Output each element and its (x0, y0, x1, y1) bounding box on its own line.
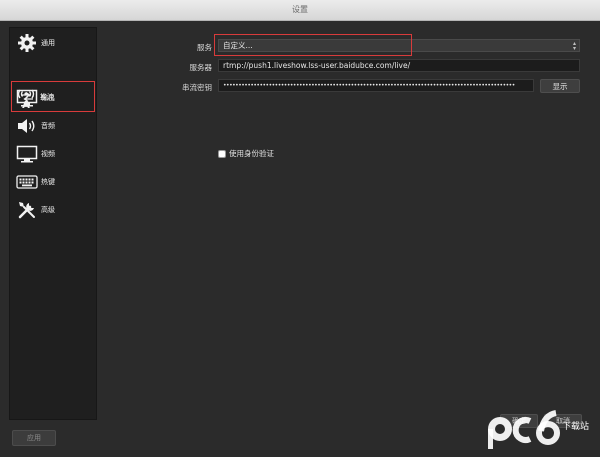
sidebar-item-general[interactable]: 通用 (13, 31, 93, 55)
sidebar-item-advanced[interactable]: 高级 (13, 198, 93, 222)
apply-button[interactable]: 应用 (12, 430, 56, 446)
use-auth-label: 使用身份验证 (229, 149, 274, 158)
sidebar-item-hotkeys[interactable]: 热键 (13, 170, 93, 194)
pc6-watermark-logo: 下载站 (486, 403, 594, 451)
title-bar: 设置 (0, 0, 600, 21)
server-input[interactable]: rtmp://push1.liveshow.lss-user.baidubce.… (218, 59, 580, 72)
server-label: 服务器 (189, 63, 213, 72)
show-key-button[interactable]: 显示 (540, 79, 580, 93)
tools-icon (16, 199, 38, 221)
service-highlight-box (214, 34, 412, 56)
gear-icon (16, 32, 38, 54)
sidebar-item-label: 视频 (41, 150, 55, 158)
select-arrows-icon: ▴ ▾ (572, 40, 576, 52)
monitor-icon (16, 143, 38, 165)
stream-key-label: 串流密钥 (182, 83, 212, 92)
sidebar-item-video[interactable]: 视频 (13, 142, 93, 166)
sidebar-item-label: 通用 (41, 39, 55, 47)
sidebar-item-label: 输出 (41, 94, 55, 102)
service-label: 服务 (197, 43, 212, 52)
sidebar-item-label: 热键 (41, 178, 55, 186)
keyboard-icon (16, 171, 38, 193)
speaker-icon (16, 115, 38, 137)
sidebar-item-label: 高级 (41, 206, 55, 214)
sidebar-item-label: 音频 (41, 122, 55, 130)
watermark-sub-text: 下载站 (562, 420, 589, 432)
sidebar-item-output[interactable]: 输出 (13, 86, 93, 110)
sidebar-item-audio[interactable]: 音频 (13, 114, 93, 138)
output-icon (16, 87, 38, 109)
settings-sidebar: 通用 A 推流 输出 (9, 27, 97, 420)
use-auth-row[interactable]: 使用身份验证 (218, 148, 274, 159)
window-title: 设置 (292, 5, 308, 14)
use-auth-checkbox[interactable] (218, 149, 226, 158)
stream-key-input[interactable]: ••••••••••••••••••••••••••••••••••••••••… (218, 79, 534, 92)
